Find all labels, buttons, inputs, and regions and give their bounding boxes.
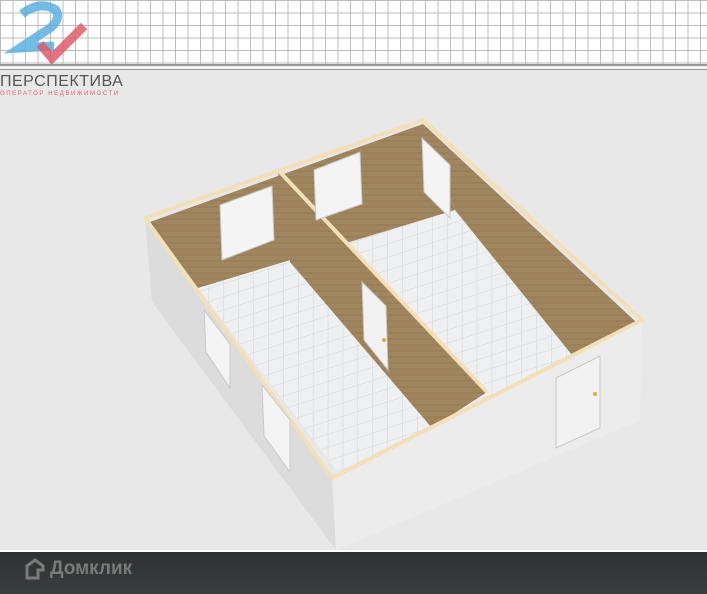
floor-plan-3d (143, 117, 646, 550)
domclick-watermark: Домклик (24, 558, 132, 580)
footer-bar: Домклик (0, 550, 707, 594)
door-handle (593, 392, 597, 396)
door-handle (382, 338, 386, 342)
watermark-text: Домклик (50, 558, 133, 579)
house-icon (25, 558, 45, 580)
